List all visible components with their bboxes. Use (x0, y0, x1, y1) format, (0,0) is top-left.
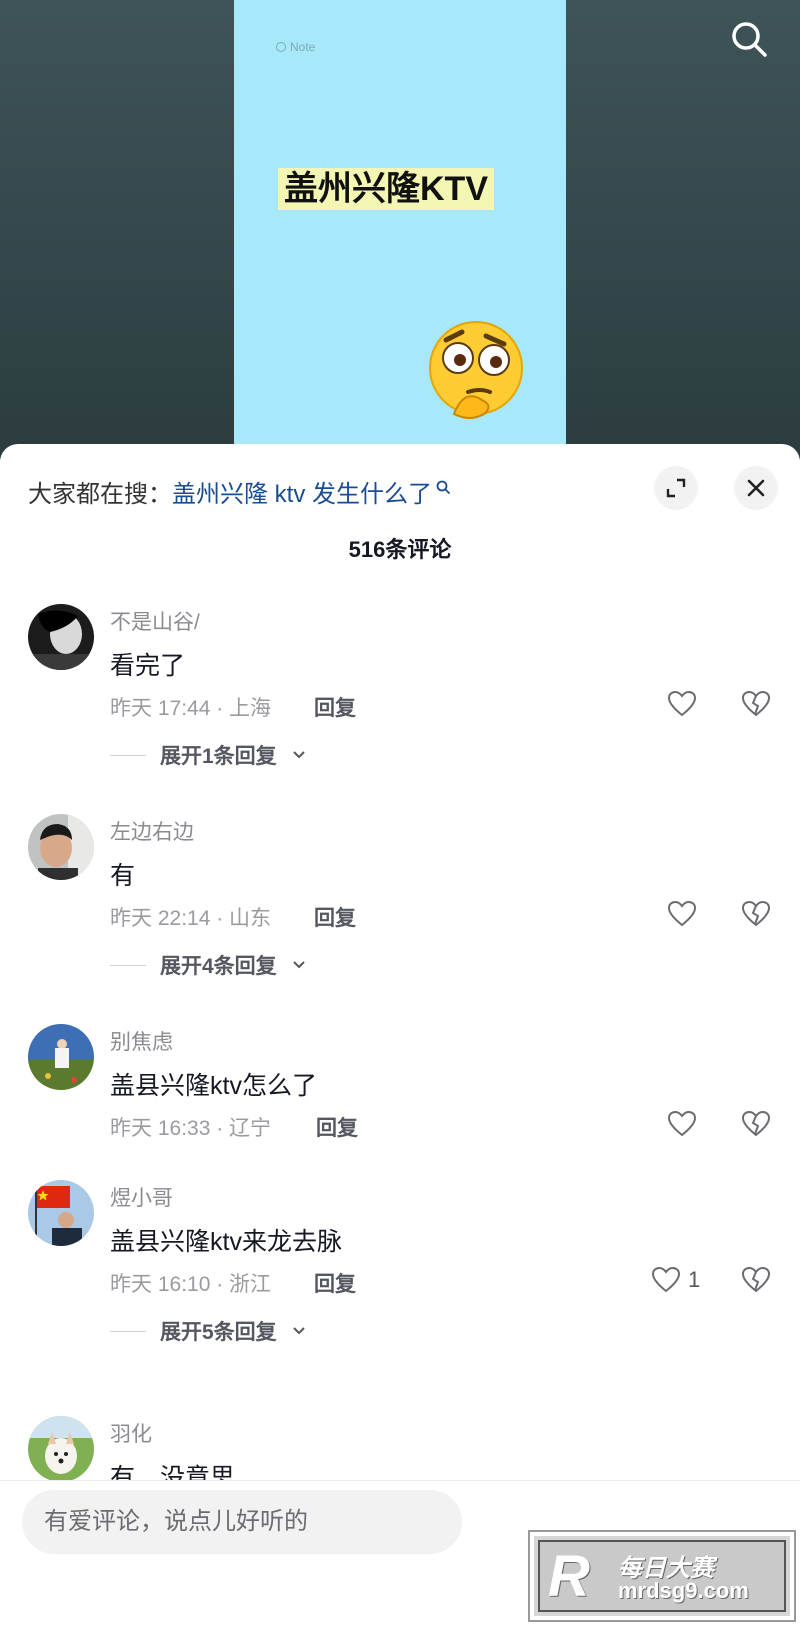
comment-text: 看完了 (110, 652, 186, 680)
search-suggestion-prefix: 大家都在搜： (28, 481, 172, 508)
note-circle-icon (276, 42, 286, 52)
like-button[interactable] (666, 898, 704, 930)
comment-input-box[interactable] (22, 1490, 462, 1554)
watermark: R 每日大赛 mrdsg9.com (528, 1530, 796, 1622)
like-button[interactable]: 1 (650, 1264, 700, 1296)
comment-username[interactable]: 左边右边 (110, 816, 194, 846)
divider-line (110, 1330, 146, 1332)
search-icon (732, 22, 767, 57)
broken-heart-icon (741, 690, 771, 717)
dislike-button[interactable] (740, 898, 772, 930)
fullscreen-button[interactable] (654, 466, 698, 510)
expand-replies-button[interactable]: 展开1条回复 (110, 740, 307, 770)
close-button[interactable] (734, 466, 778, 510)
comment-meta: 昨天 22:14 · 山东 (110, 907, 272, 930)
comment-text: 有，没意思 (110, 1464, 236, 1480)
search-button[interactable] (724, 14, 774, 64)
search-suggestion: 大家都在搜： 盖州兴隆 ktv 发生什么了 (28, 474, 451, 509)
heart-icon (667, 900, 697, 927)
dislike-button[interactable] (740, 1264, 772, 1296)
expand-replies-label: 展开5条回复 (160, 1321, 277, 1344)
heart-icon (667, 1110, 697, 1137)
note-tag: Note (276, 40, 315, 54)
watermark-logo: R (548, 1544, 590, 1609)
like-count: 1 (688, 1267, 701, 1292)
expand-replies-label: 展开1条回复 (160, 745, 277, 768)
avatar[interactable] (28, 814, 94, 880)
comment-text: 盖县兴隆ktv怎么了 (110, 1072, 317, 1100)
expand-replies-label: 展开4条回复 (160, 955, 277, 978)
broken-heart-icon (741, 1110, 771, 1137)
thinking-face-icon (424, 318, 534, 428)
comment-meta: 昨天 17:44 · 上海 (110, 697, 272, 720)
chevron-down-icon (292, 751, 305, 759)
comment-username[interactable]: 煜小哥 (110, 1182, 173, 1212)
heart-icon (667, 690, 697, 717)
expand-replies-button[interactable]: 展开5条回复 (110, 1316, 307, 1346)
avatar[interactable] (28, 1024, 94, 1090)
expand-replies-button[interactable]: 展开4条回复 (110, 950, 307, 980)
broken-heart-icon (741, 900, 771, 927)
video-player[interactable]: Note 盖州兴隆KTV (0, 0, 800, 460)
chevron-down-icon (292, 1327, 305, 1335)
divider-line (110, 754, 146, 756)
comment-item: 左边右边 有 昨天 22:14 · 山东 回复 展开4条回复 (0, 814, 800, 984)
video-frame: Note 盖州兴隆KTV (234, 0, 566, 460)
like-button[interactable] (666, 1108, 704, 1140)
divider-line (110, 964, 146, 966)
avatar[interactable] (28, 1180, 94, 1246)
search-icon[interactable] (435, 479, 451, 495)
comment-meta: 昨天 16:33 · 辽宁 (110, 1117, 272, 1140)
comment-text: 盖县兴隆ktv来龙去脉 (110, 1228, 342, 1256)
broken-heart-icon (741, 1266, 771, 1293)
comment-sheet: 大家都在搜： 盖州兴隆 ktv 发生什么了 516条评论 不是山谷/ 看完了 昨… (0, 444, 800, 1628)
dislike-button[interactable] (740, 1108, 772, 1140)
dislike-button[interactable] (740, 688, 772, 720)
comment-item: 羽化 有，没意思 (0, 1416, 800, 1480)
reply-button[interactable]: 回复 (314, 1268, 356, 1298)
like-button[interactable] (666, 688, 704, 720)
expand-icon (666, 478, 686, 498)
comment-item: 煜小哥 盖县兴隆ktv来龙去脉 昨天 16:10 · 浙江 回复 1 展开5条回… (0, 1180, 800, 1350)
bottom-divider (0, 1480, 800, 1481)
watermark-url: mrdsg9.com (618, 1578, 749, 1603)
note-tag-label: Note (290, 40, 316, 54)
heart-icon (651, 1266, 681, 1293)
reply-button[interactable]: 回复 (316, 1112, 358, 1142)
comment-username[interactable]: 不是山谷/ (110, 606, 200, 636)
comment-input[interactable] (44, 1508, 462, 1536)
chevron-down-icon (292, 961, 305, 969)
comment-username[interactable]: 羽化 (110, 1418, 152, 1448)
search-suggestion-link[interactable]: 盖州兴隆 ktv 发生什么了 (172, 474, 432, 509)
avatar[interactable] (28, 1416, 94, 1480)
reply-button[interactable]: 回复 (314, 902, 356, 932)
comment-count: 516条评论 (348, 537, 452, 562)
comment-item: 不是山谷/ 看完了 昨天 17:44 · 上海 回复 展开1条回复 (0, 604, 800, 774)
comment-text: 有 (110, 862, 136, 890)
avatar[interactable] (28, 604, 94, 670)
video-caption: 盖州兴隆KTV (278, 168, 494, 210)
watermark-frame: R 每日大赛 mrdsg9.com (538, 1540, 786, 1612)
close-icon (747, 479, 765, 497)
comment-meta: 昨天 16:10 · 浙江 (110, 1273, 272, 1296)
reply-button[interactable]: 回复 (314, 692, 356, 722)
comment-username[interactable]: 别焦虑 (110, 1026, 173, 1056)
comment-item: 别焦虑 盖县兴隆ktv怎么了 昨天 16:33 · 辽宁 回复 (0, 1024, 800, 1154)
